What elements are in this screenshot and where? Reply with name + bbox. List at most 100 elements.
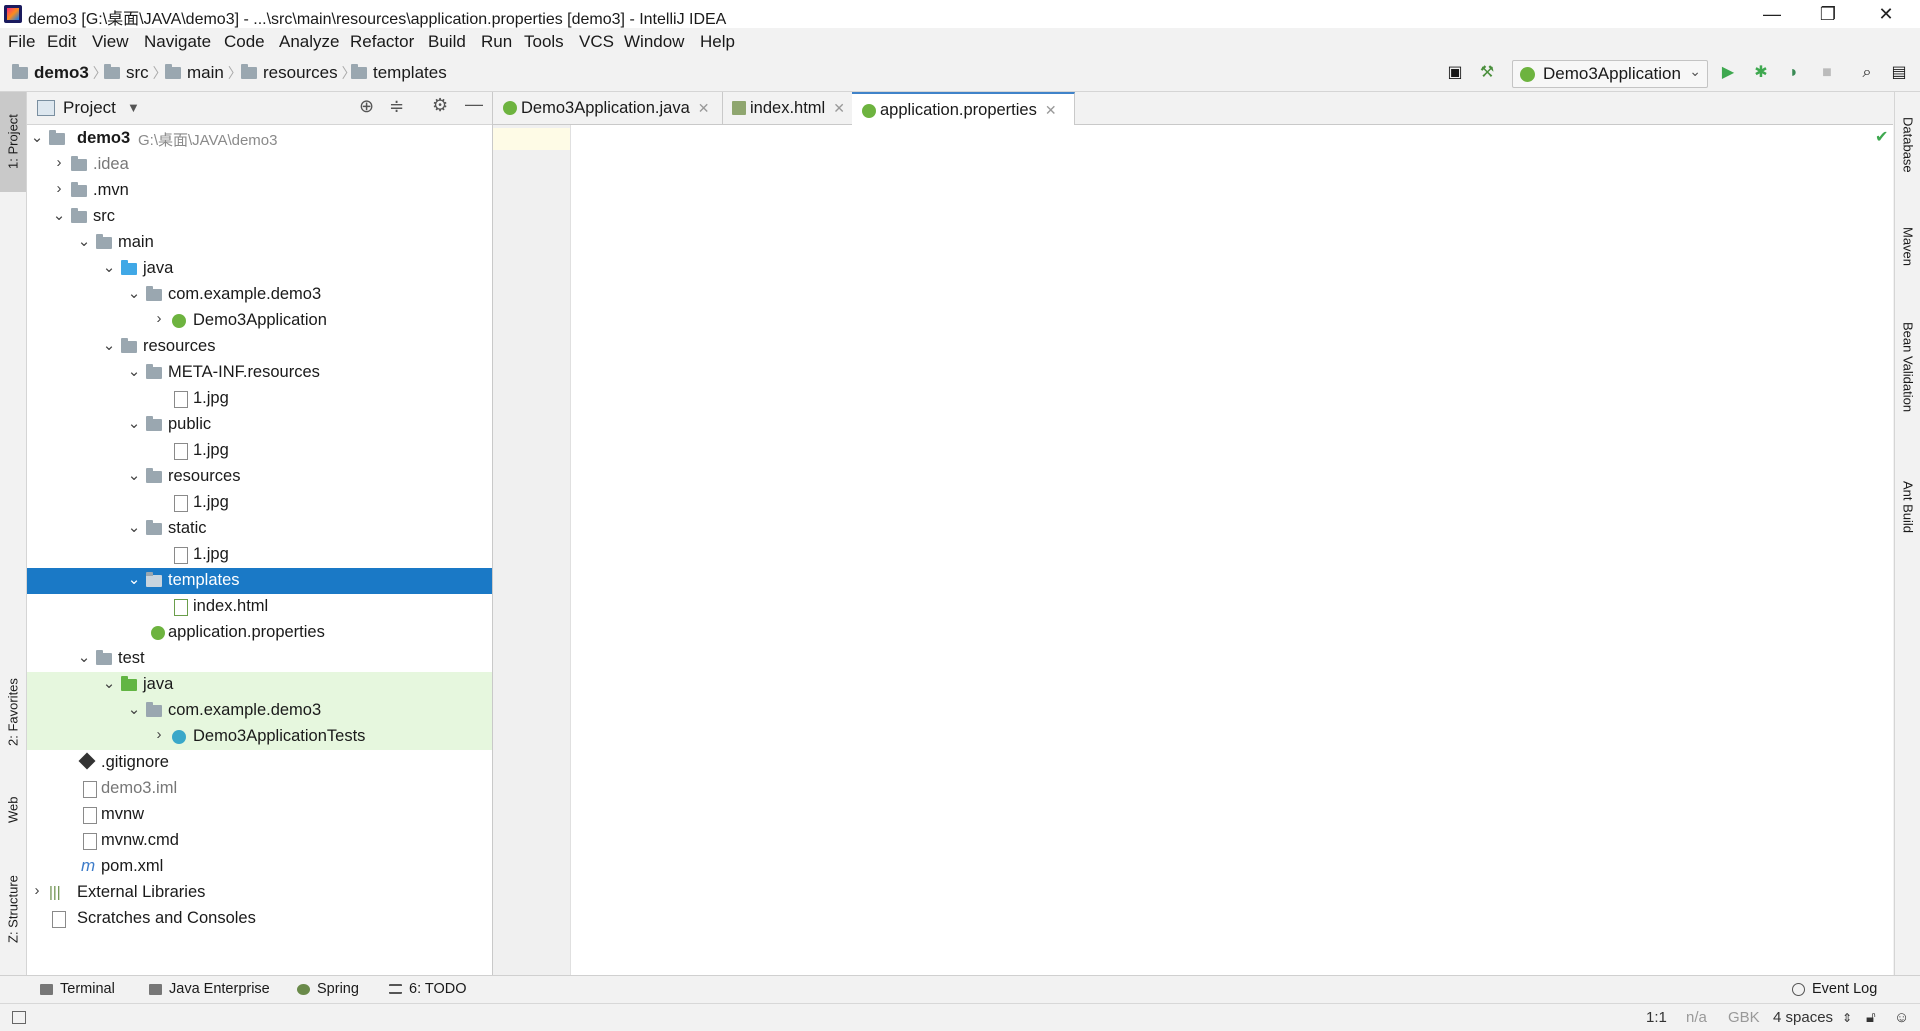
menu-run[interactable]: Run <box>481 32 512 52</box>
tree-item-demo3applicationtests[interactable]: › Demo3ApplicationTests <box>27 724 492 750</box>
menu-help[interactable]: Help <box>700 32 735 52</box>
chevron-right-icon[interactable]: › <box>152 310 166 327</box>
vcs-folder-icon[interactable]: ▤ <box>1889 63 1909 83</box>
tree-item-demo3-iml[interactable]: demo3.iml <box>27 776 492 802</box>
chevron-right-icon[interactable]: › <box>52 154 66 171</box>
chevron-right-icon[interactable]: › <box>52 180 66 197</box>
project-view-selector[interactable]: Project <box>63 98 116 118</box>
chevron-down-icon[interactable]: ⌄ <box>77 232 91 250</box>
breadcrumb-item-resources[interactable]: resources 〉 <box>241 63 362 83</box>
breadcrumb-item-templates[interactable]: templates <box>351 63 447 83</box>
breadcrumb-item-main[interactable]: main 〉 <box>165 63 248 83</box>
menu-analyze[interactable]: Analyze <box>279 32 339 52</box>
tree-item-idea[interactable]: › .idea <box>27 152 492 178</box>
tree-item-index-html[interactable]: index.html <box>27 594 492 620</box>
tree-item-resources[interactable]: ⌄ resources <box>27 334 492 360</box>
tree-item-meta-inf[interactable]: ⌄ META-INF.resources <box>27 360 492 386</box>
breadcrumb-item-demo3[interactable]: demo3 〉 <box>12 63 113 83</box>
chevron-down-icon[interactable]: ⌄ <box>102 674 116 692</box>
event-log-tool-button[interactable]: Event Log <box>1792 981 1877 997</box>
line-separator-status[interactable]: n/a <box>1686 1009 1707 1026</box>
tree-item-jpg[interactable]: 1.jpg <box>27 490 492 516</box>
caret-position[interactable]: 1:1 <box>1646 1009 1667 1026</box>
close-button[interactable]: ✕ <box>1858 0 1914 28</box>
menu-vcs[interactable]: VCS <box>579 32 614 52</box>
run-configuration-select[interactable]: Demo3Application ⌄ <box>1512 60 1708 88</box>
menu-build[interactable]: Build <box>428 32 466 52</box>
close-tab-icon[interactable]: ✕ <box>833 100 845 117</box>
tool-tab-web[interactable]: Web <box>0 782 26 837</box>
stop-icon[interactable]: ■ <box>1817 63 1837 83</box>
tree-item-package[interactable]: ⌄ com.example.demo3 <box>27 282 492 308</box>
tool-tab-ant-build[interactable]: Ant Build <box>1895 462 1920 552</box>
terminal-tool-button[interactable]: Terminal <box>40 981 115 997</box>
tree-item-demo3application[interactable]: › Demo3Application <box>27 308 492 334</box>
tree-item-test-java[interactable]: ⌄ java <box>27 672 492 698</box>
chevron-down-icon[interactable]: ⌄ <box>102 336 116 354</box>
java-enterprise-tool-button[interactable]: Java Enterprise <box>149 981 270 997</box>
hide-panel-icon[interactable]: — <box>465 94 483 115</box>
toggle-tool-windows-icon[interactable] <box>12 1011 26 1024</box>
close-tab-icon[interactable]: ✕ <box>1045 102 1057 119</box>
indent-status[interactable]: 4 spaces <box>1773 1009 1833 1026</box>
tree-item-external-libraries[interactable]: › ||| External Libraries <box>27 880 492 906</box>
gear-icon[interactable]: ⚙ <box>432 95 448 116</box>
tree-item-test[interactable]: ⌄ test <box>27 646 492 672</box>
editor-gutter[interactable] <box>493 125 571 975</box>
tree-item-java[interactable]: ⌄ java <box>27 256 492 282</box>
tree-item-mvnw[interactable]: mvnw <box>27 802 492 828</box>
chevron-down-icon[interactable]: ▼ <box>127 100 140 115</box>
build-hammer-icon[interactable]: ⚒ <box>1477 63 1497 83</box>
minimize-button[interactable]: — <box>1744 0 1800 28</box>
spring-tool-button[interactable]: Spring <box>297 981 359 997</box>
chevron-right-icon[interactable]: › <box>152 726 166 743</box>
project-structure-icon[interactable]: ▣ <box>1445 63 1465 83</box>
tree-item-public[interactable]: ⌄ public <box>27 412 492 438</box>
chevron-down-icon[interactable]: ⌄ <box>127 284 141 302</box>
chevron-down-icon[interactable]: ⌄ <box>127 700 141 718</box>
close-tab-icon[interactable]: ✕ <box>698 100 710 117</box>
tree-item-jpg[interactable]: 1.jpg <box>27 438 492 464</box>
tool-tab-database[interactable]: Database <box>1895 102 1920 187</box>
breadcrumb-item-src[interactable]: src 〉 <box>104 63 173 83</box>
tool-tab-maven[interactable]: Maven <box>1895 212 1920 282</box>
run-icon[interactable]: ▶ <box>1718 63 1738 83</box>
chevron-right-icon[interactable]: › <box>30 882 44 899</box>
chevron-down-icon[interactable]: ⌄ <box>102 258 116 276</box>
chevron-down-icon[interactable]: ⌄ <box>127 518 141 536</box>
unlock-icon[interactable]: 🔓︎ <box>1866 1009 1876 1026</box>
tree-item-resources-sub[interactable]: ⌄ resources <box>27 464 492 490</box>
tab-index-html[interactable]: index.html ✕ <box>722 92 853 124</box>
menu-edit[interactable]: Edit <box>47 32 76 52</box>
menu-navigate[interactable]: Navigate <box>144 32 211 52</box>
tree-item-mvnw-cmd[interactable]: mvnw.cmd <box>27 828 492 854</box>
tool-tab-bean-validation[interactable]: Bean Validation <box>1895 302 1920 432</box>
tree-item-application-properties[interactable]: application.properties <box>27 620 492 646</box>
menu-refactor[interactable]: Refactor <box>350 32 414 52</box>
chevron-down-icon[interactable]: ⌄ <box>52 206 66 224</box>
locate-file-icon[interactable]: ⊕ <box>359 96 374 117</box>
menu-code[interactable]: Code <box>224 32 265 52</box>
tool-tab-favorites[interactable]: 2: Favorites <box>0 662 26 762</box>
chevron-down-icon[interactable]: ⌄ <box>127 570 141 588</box>
chevron-down-icon[interactable]: ⌄ <box>127 414 141 432</box>
menu-window[interactable]: Window <box>624 32 684 52</box>
search-icon[interactable]: ⌕ <box>1857 63 1877 83</box>
tree-item-src[interactable]: ⌄ src <box>27 204 492 230</box>
restore-button[interactable]: ❐ <box>1800 0 1856 28</box>
debug-bug-icon[interactable]: ✱ <box>1751 63 1771 83</box>
tree-item-jpg[interactable]: 1.jpg <box>27 386 492 412</box>
tree-item-main[interactable]: ⌄ main <box>27 230 492 256</box>
chevron-down-icon[interactable]: ⌄ <box>77 648 91 666</box>
todo-tool-button[interactable]: 6: TODO <box>389 981 466 997</box>
tool-tab-project[interactable]: 1: Project <box>0 92 26 192</box>
tree-item-scratches[interactable]: Scratches and Consoles <box>27 906 492 932</box>
tree-item-templates[interactable]: ⌄ templates <box>27 568 492 594</box>
tree-item-jpg[interactable]: 1.jpg <box>27 542 492 568</box>
inspector-icon[interactable]: ☺︎ <box>1894 1009 1909 1026</box>
editor-area[interactable]: ✔ <box>493 125 1893 975</box>
file-encoding-status[interactable]: GBK <box>1728 1009 1760 1026</box>
tree-item-pom-xml[interactable]: m pom.xml <box>27 854 492 880</box>
chevron-down-icon[interactable]: ⌄ <box>127 362 141 380</box>
tree-item-test-package[interactable]: ⌄ com.example.demo3 <box>27 698 492 724</box>
